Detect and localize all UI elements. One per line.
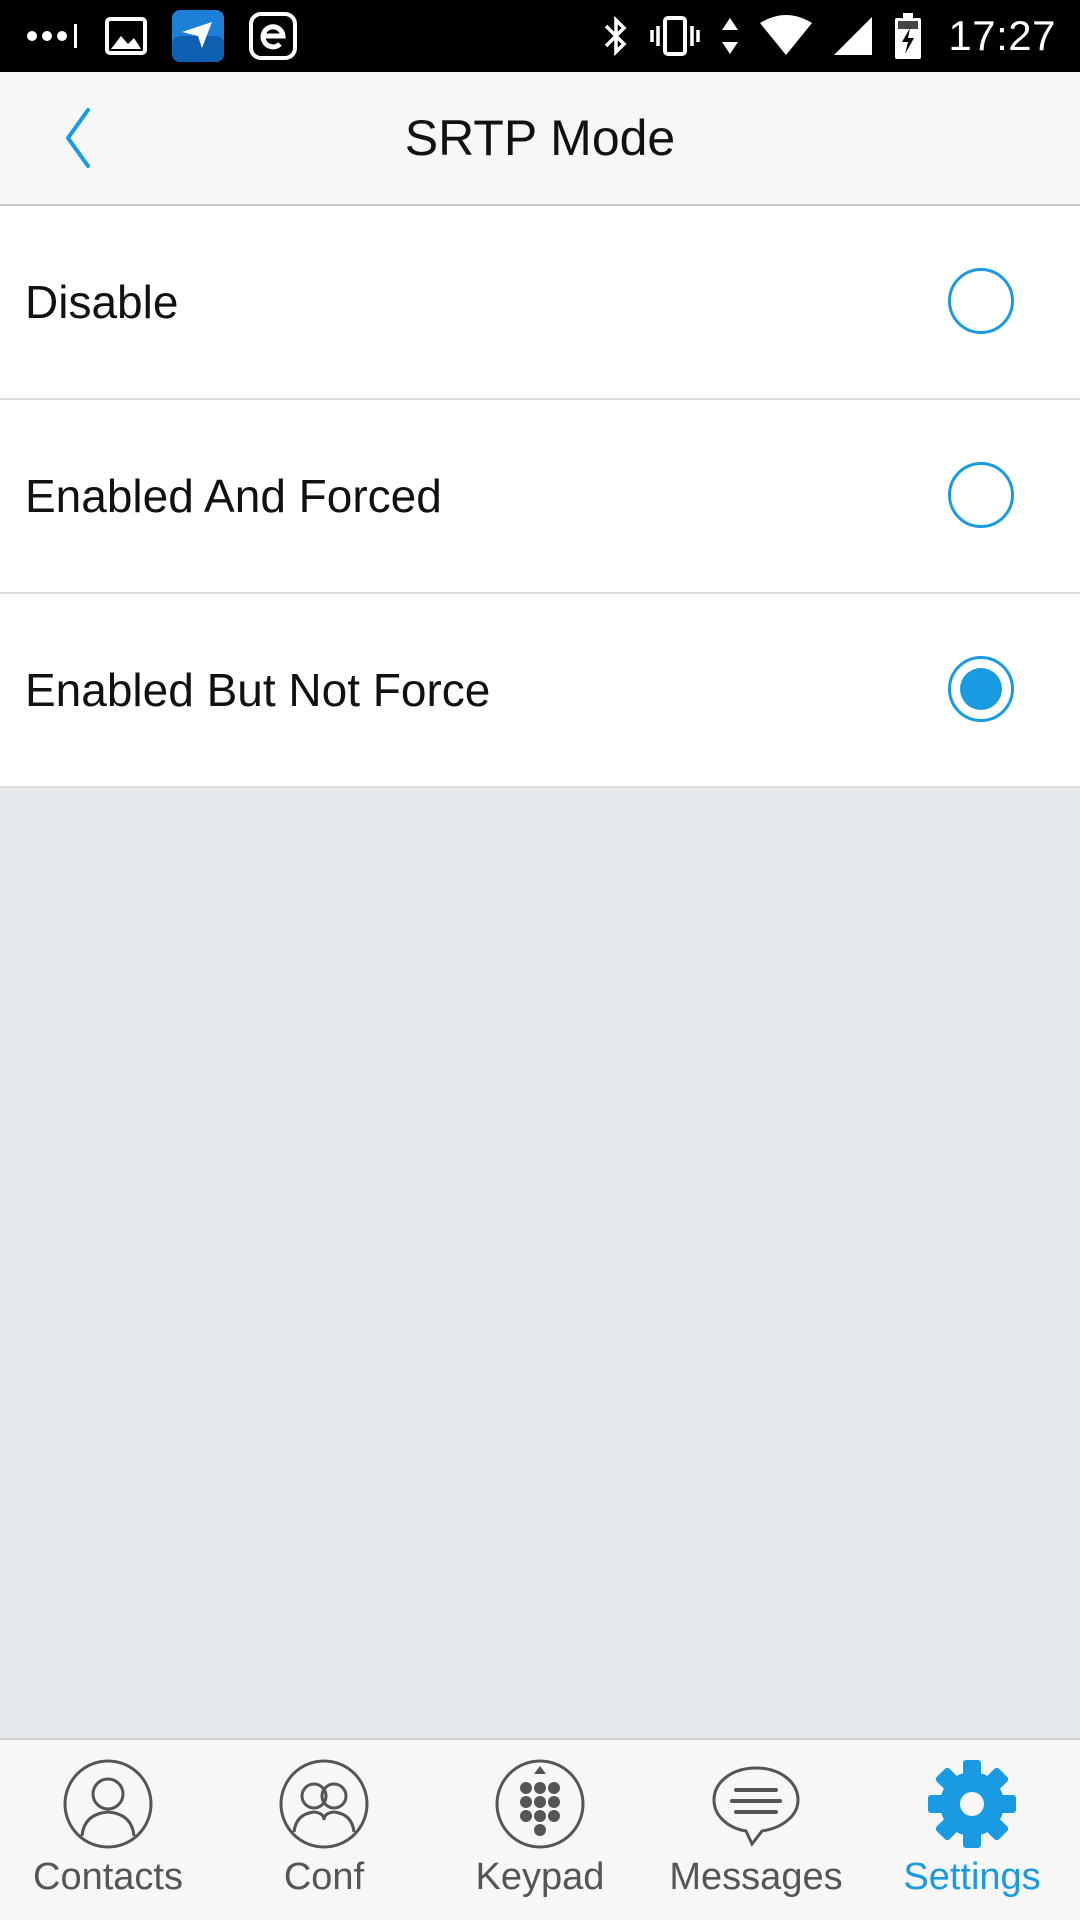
radio-button-selected[interactable]	[948, 656, 1014, 722]
nav-label: Messages	[669, 1856, 843, 1898]
data-arrows-icon	[722, 18, 739, 54]
option-enabled-and-forced[interactable]: Enabled And Forced	[0, 400, 1080, 594]
bluetooth-icon	[605, 15, 627, 57]
keypad-icon	[495, 1759, 585, 1849]
page-title: SRTP Mode	[404, 110, 676, 166]
grandstream-app-icon	[172, 10, 224, 62]
nav-conf[interactable]: Conf	[216, 1740, 432, 1920]
option-label: Enabled But Not Force	[25, 664, 491, 716]
status-bar-right: 17:27	[602, 10, 1056, 62]
back-button[interactable]	[56, 102, 126, 174]
srtp-mode-options: Disable Enabled And Forced Enabled But N…	[0, 206, 1080, 788]
radio-button[interactable]	[948, 268, 1014, 334]
status-bar-left	[26, 10, 298, 62]
status-clock: 17:27	[948, 12, 1056, 59]
nav-keypad[interactable]: Keypad	[432, 1740, 648, 1920]
contact-icon	[63, 1759, 153, 1849]
nav-settings[interactable]: Settings	[864, 1740, 1080, 1920]
option-disable[interactable]: Disable	[0, 206, 1080, 400]
nav-label: Settings	[903, 1856, 1041, 1898]
option-label: Disable	[25, 276, 179, 328]
app-header: SRTP Mode	[0, 72, 1080, 206]
conference-icon	[279, 1759, 369, 1849]
e-app-icon	[249, 12, 297, 60]
vibrate-icon	[650, 16, 701, 56]
option-enabled-but-not-force[interactable]: Enabled But Not Force	[0, 594, 1080, 788]
radio-button[interactable]	[948, 462, 1014, 528]
cell-signal-icon	[834, 17, 873, 55]
more-dots-icon	[27, 24, 77, 48]
nav-label: Keypad	[475, 1856, 605, 1898]
nav-contacts[interactable]: Contacts	[0, 1740, 216, 1920]
gear-icon	[928, 1760, 1016, 1848]
wifi-icon	[760, 15, 813, 55]
bottom-nav: Contacts Conf Keypad Messages Settings	[0, 1738, 1080, 1920]
message-bubble-icon	[712, 1766, 800, 1847]
nav-label: Contacts	[33, 1856, 183, 1898]
chevron-left-icon	[66, 108, 90, 168]
gallery-icon	[105, 17, 147, 55]
battery-charging-icon	[895, 13, 922, 59]
nav-messages[interactable]: Messages	[648, 1740, 864, 1920]
option-label: Enabled And Forced	[25, 470, 442, 522]
status-bar: 17:27	[0, 0, 1080, 72]
nav-label: Conf	[283, 1856, 365, 1898]
